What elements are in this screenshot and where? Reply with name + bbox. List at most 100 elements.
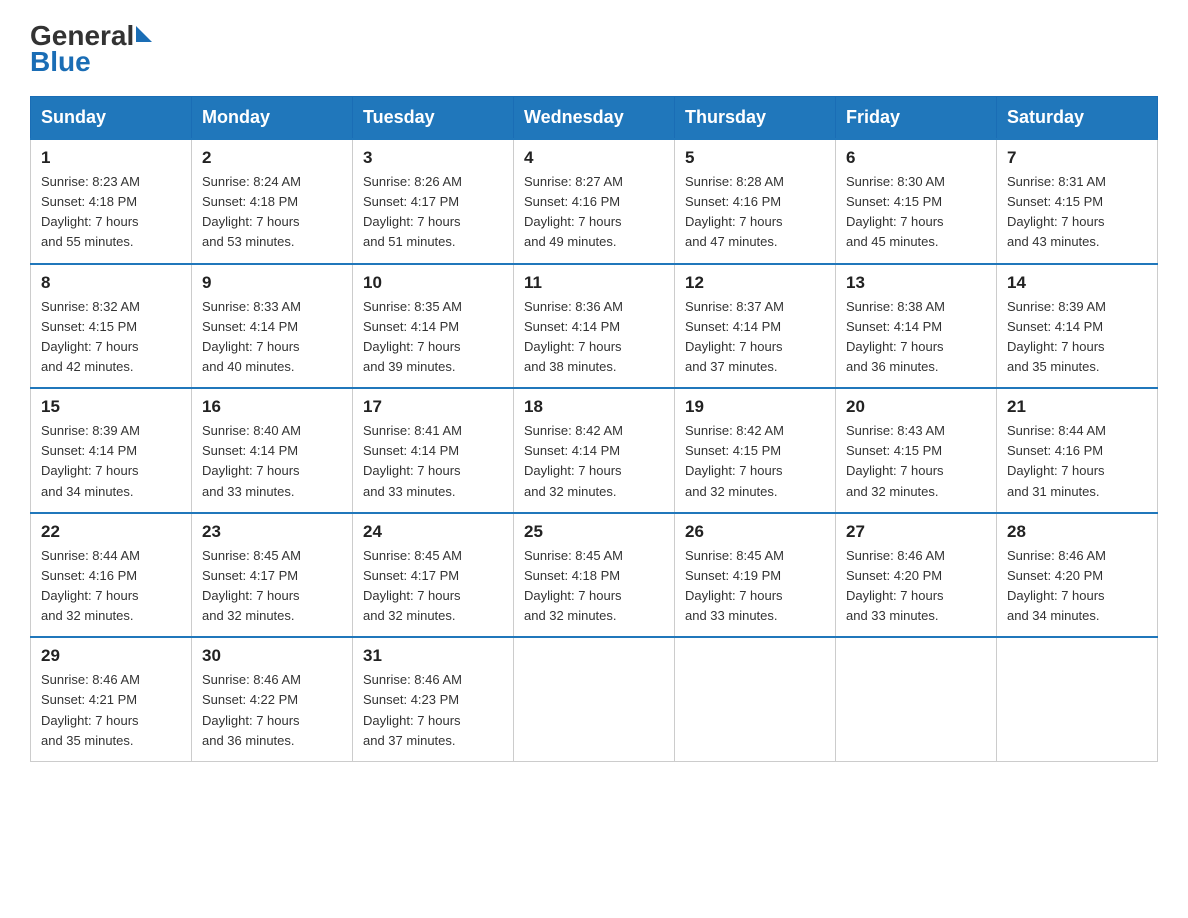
- day-number: 19: [685, 397, 825, 417]
- calendar-cell: 7 Sunrise: 8:31 AMSunset: 4:15 PMDaylight…: [997, 139, 1158, 264]
- day-number: 23: [202, 522, 342, 542]
- day-number: 13: [846, 273, 986, 293]
- day-number: 11: [524, 273, 664, 293]
- day-number: 2: [202, 148, 342, 168]
- calendar-week-row: 1 Sunrise: 8:23 AMSunset: 4:18 PMDaylight…: [31, 139, 1158, 264]
- calendar-cell: 1 Sunrise: 8:23 AMSunset: 4:18 PMDaylight…: [31, 139, 192, 264]
- day-number: 20: [846, 397, 986, 417]
- day-info: Sunrise: 8:45 AMSunset: 4:19 PMDaylight:…: [685, 546, 825, 627]
- day-info: Sunrise: 8:40 AMSunset: 4:14 PMDaylight:…: [202, 421, 342, 502]
- day-info: Sunrise: 8:46 AMSunset: 4:20 PMDaylight:…: [846, 546, 986, 627]
- calendar-cell: [675, 637, 836, 761]
- calendar-cell: [836, 637, 997, 761]
- day-info: Sunrise: 8:42 AMSunset: 4:14 PMDaylight:…: [524, 421, 664, 502]
- day-number: 18: [524, 397, 664, 417]
- day-number: 17: [363, 397, 503, 417]
- logo-triangle-icon: [136, 26, 152, 42]
- day-number: 10: [363, 273, 503, 293]
- day-number: 22: [41, 522, 181, 542]
- day-number: 4: [524, 148, 664, 168]
- logo-blue-text: Blue: [30, 46, 91, 78]
- calendar-cell: 21 Sunrise: 8:44 AMSunset: 4:16 PMDayligh…: [997, 388, 1158, 513]
- calendar-cell: 12 Sunrise: 8:37 AMSunset: 4:14 PMDayligh…: [675, 264, 836, 389]
- day-number: 12: [685, 273, 825, 293]
- calendar-cell: 4 Sunrise: 8:27 AMSunset: 4:16 PMDaylight…: [514, 139, 675, 264]
- calendar-cell: 23Sunrise: 8:45 AMSunset: 4:17 PMDayligh…: [192, 513, 353, 638]
- day-number: 14: [1007, 273, 1147, 293]
- day-number: 3: [363, 148, 503, 168]
- day-number: 30: [202, 646, 342, 666]
- day-info: Sunrise: 8:42 AMSunset: 4:15 PMDaylight:…: [685, 421, 825, 502]
- page-header: General Blue: [30, 20, 1158, 78]
- day-info: Sunrise: 8:35 AMSunset: 4:14 PMDaylight:…: [363, 297, 503, 378]
- day-info: Sunrise: 8:44 AMSunset: 4:16 PMDaylight:…: [1007, 421, 1147, 502]
- day-info: Sunrise: 8:32 AMSunset: 4:15 PMDaylight:…: [41, 297, 181, 378]
- calendar-cell: 5 Sunrise: 8:28 AMSunset: 4:16 PMDaylight…: [675, 139, 836, 264]
- day-info: Sunrise: 8:33 AMSunset: 4:14 PMDaylight:…: [202, 297, 342, 378]
- day-number: 24: [363, 522, 503, 542]
- calendar-cell: 10 Sunrise: 8:35 AMSunset: 4:14 PMDayligh…: [353, 264, 514, 389]
- day-info: Sunrise: 8:39 AMSunset: 4:14 PMDaylight:…: [41, 421, 181, 502]
- weekday-header-saturday: Saturday: [997, 97, 1158, 140]
- calendar-cell: 8 Sunrise: 8:32 AMSunset: 4:15 PMDaylight…: [31, 264, 192, 389]
- day-number: 15: [41, 397, 181, 417]
- day-number: 21: [1007, 397, 1147, 417]
- weekday-header-sunday: Sunday: [31, 97, 192, 140]
- day-number: 1: [41, 148, 181, 168]
- calendar-cell: 25Sunrise: 8:45 AMSunset: 4:18 PMDayligh…: [514, 513, 675, 638]
- calendar-cell: [514, 637, 675, 761]
- calendar-cell: 2Sunrise: 8:24 AMSunset: 4:18 PMDaylight…: [192, 139, 353, 264]
- calendar-cell: 14 Sunrise: 8:39 AMSunset: 4:14 PMDayligh…: [997, 264, 1158, 389]
- day-info: Sunrise: 8:39 AMSunset: 4:14 PMDaylight:…: [1007, 297, 1147, 378]
- calendar-cell: 13 Sunrise: 8:38 AMSunset: 4:14 PMDayligh…: [836, 264, 997, 389]
- calendar-table: SundayMondayTuesdayWednesdayThursdayFrid…: [30, 96, 1158, 762]
- weekday-header-monday: Monday: [192, 97, 353, 140]
- calendar-week-row: 8 Sunrise: 8:32 AMSunset: 4:15 PMDaylight…: [31, 264, 1158, 389]
- calendar-cell: 31Sunrise: 8:46 AMSunset: 4:23 PMDayligh…: [353, 637, 514, 761]
- day-info: Sunrise: 8:37 AMSunset: 4:14 PMDaylight:…: [685, 297, 825, 378]
- day-info: Sunrise: 8:41 AMSunset: 4:14 PMDaylight:…: [363, 421, 503, 502]
- day-info: Sunrise: 8:23 AMSunset: 4:18 PMDaylight:…: [41, 172, 181, 253]
- calendar-body: 1 Sunrise: 8:23 AMSunset: 4:18 PMDaylight…: [31, 139, 1158, 761]
- calendar-cell: 17 Sunrise: 8:41 AMSunset: 4:14 PMDayligh…: [353, 388, 514, 513]
- day-number: 8: [41, 273, 181, 293]
- calendar-cell: 16 Sunrise: 8:40 AMSunset: 4:14 PMDayligh…: [192, 388, 353, 513]
- day-info: Sunrise: 8:30 AMSunset: 4:15 PMDaylight:…: [846, 172, 986, 253]
- weekday-header-wednesday: Wednesday: [514, 97, 675, 140]
- day-info: Sunrise: 8:28 AMSunset: 4:16 PMDaylight:…: [685, 172, 825, 253]
- calendar-cell: 18 Sunrise: 8:42 AMSunset: 4:14 PMDayligh…: [514, 388, 675, 513]
- day-info: Sunrise: 8:31 AMSunset: 4:15 PMDaylight:…: [1007, 172, 1147, 253]
- calendar-cell: 11 Sunrise: 8:36 AMSunset: 4:14 PMDayligh…: [514, 264, 675, 389]
- calendar-cell: 30 Sunrise: 8:46 AMSunset: 4:22 PMDayligh…: [192, 637, 353, 761]
- day-info: Sunrise: 8:46 AMSunset: 4:20 PMDaylight:…: [1007, 546, 1147, 627]
- day-info: Sunrise: 8:44 AMSunset: 4:16 PMDaylight:…: [41, 546, 181, 627]
- day-number: 9: [202, 273, 342, 293]
- weekday-header-thursday: Thursday: [675, 97, 836, 140]
- day-info: Sunrise: 8:46 AMSunset: 4:22 PMDaylight:…: [202, 670, 342, 751]
- calendar-cell: 19 Sunrise: 8:42 AMSunset: 4:15 PMDayligh…: [675, 388, 836, 513]
- day-info: Sunrise: 8:38 AMSunset: 4:14 PMDaylight:…: [846, 297, 986, 378]
- day-info: Sunrise: 8:26 AMSunset: 4:17 PMDaylight:…: [363, 172, 503, 253]
- weekday-header-row: SundayMondayTuesdayWednesdayThursdayFrid…: [31, 97, 1158, 140]
- weekday-header-friday: Friday: [836, 97, 997, 140]
- calendar-cell: 24Sunrise: 8:45 AMSunset: 4:17 PMDayligh…: [353, 513, 514, 638]
- calendar-cell: 9 Sunrise: 8:33 AMSunset: 4:14 PMDaylight…: [192, 264, 353, 389]
- day-number: 7: [1007, 148, 1147, 168]
- day-info: Sunrise: 8:46 AMSunset: 4:21 PMDaylight:…: [41, 670, 181, 751]
- calendar-cell: 27 Sunrise: 8:46 AMSunset: 4:20 PMDayligh…: [836, 513, 997, 638]
- day-info: Sunrise: 8:43 AMSunset: 4:15 PMDaylight:…: [846, 421, 986, 502]
- day-number: 25: [524, 522, 664, 542]
- day-number: 27: [846, 522, 986, 542]
- logo: General Blue: [30, 20, 152, 78]
- calendar-header: SundayMondayTuesdayWednesdayThursdayFrid…: [31, 97, 1158, 140]
- day-number: 16: [202, 397, 342, 417]
- calendar-cell: [997, 637, 1158, 761]
- day-number: 28: [1007, 522, 1147, 542]
- day-number: 6: [846, 148, 986, 168]
- day-info: Sunrise: 8:27 AMSunset: 4:16 PMDaylight:…: [524, 172, 664, 253]
- day-number: 5: [685, 148, 825, 168]
- day-info: Sunrise: 8:36 AMSunset: 4:14 PMDaylight:…: [524, 297, 664, 378]
- day-info: Sunrise: 8:46 AMSunset: 4:23 PMDaylight:…: [363, 670, 503, 751]
- day-number: 26: [685, 522, 825, 542]
- calendar-cell: 15 Sunrise: 8:39 AMSunset: 4:14 PMDayligh…: [31, 388, 192, 513]
